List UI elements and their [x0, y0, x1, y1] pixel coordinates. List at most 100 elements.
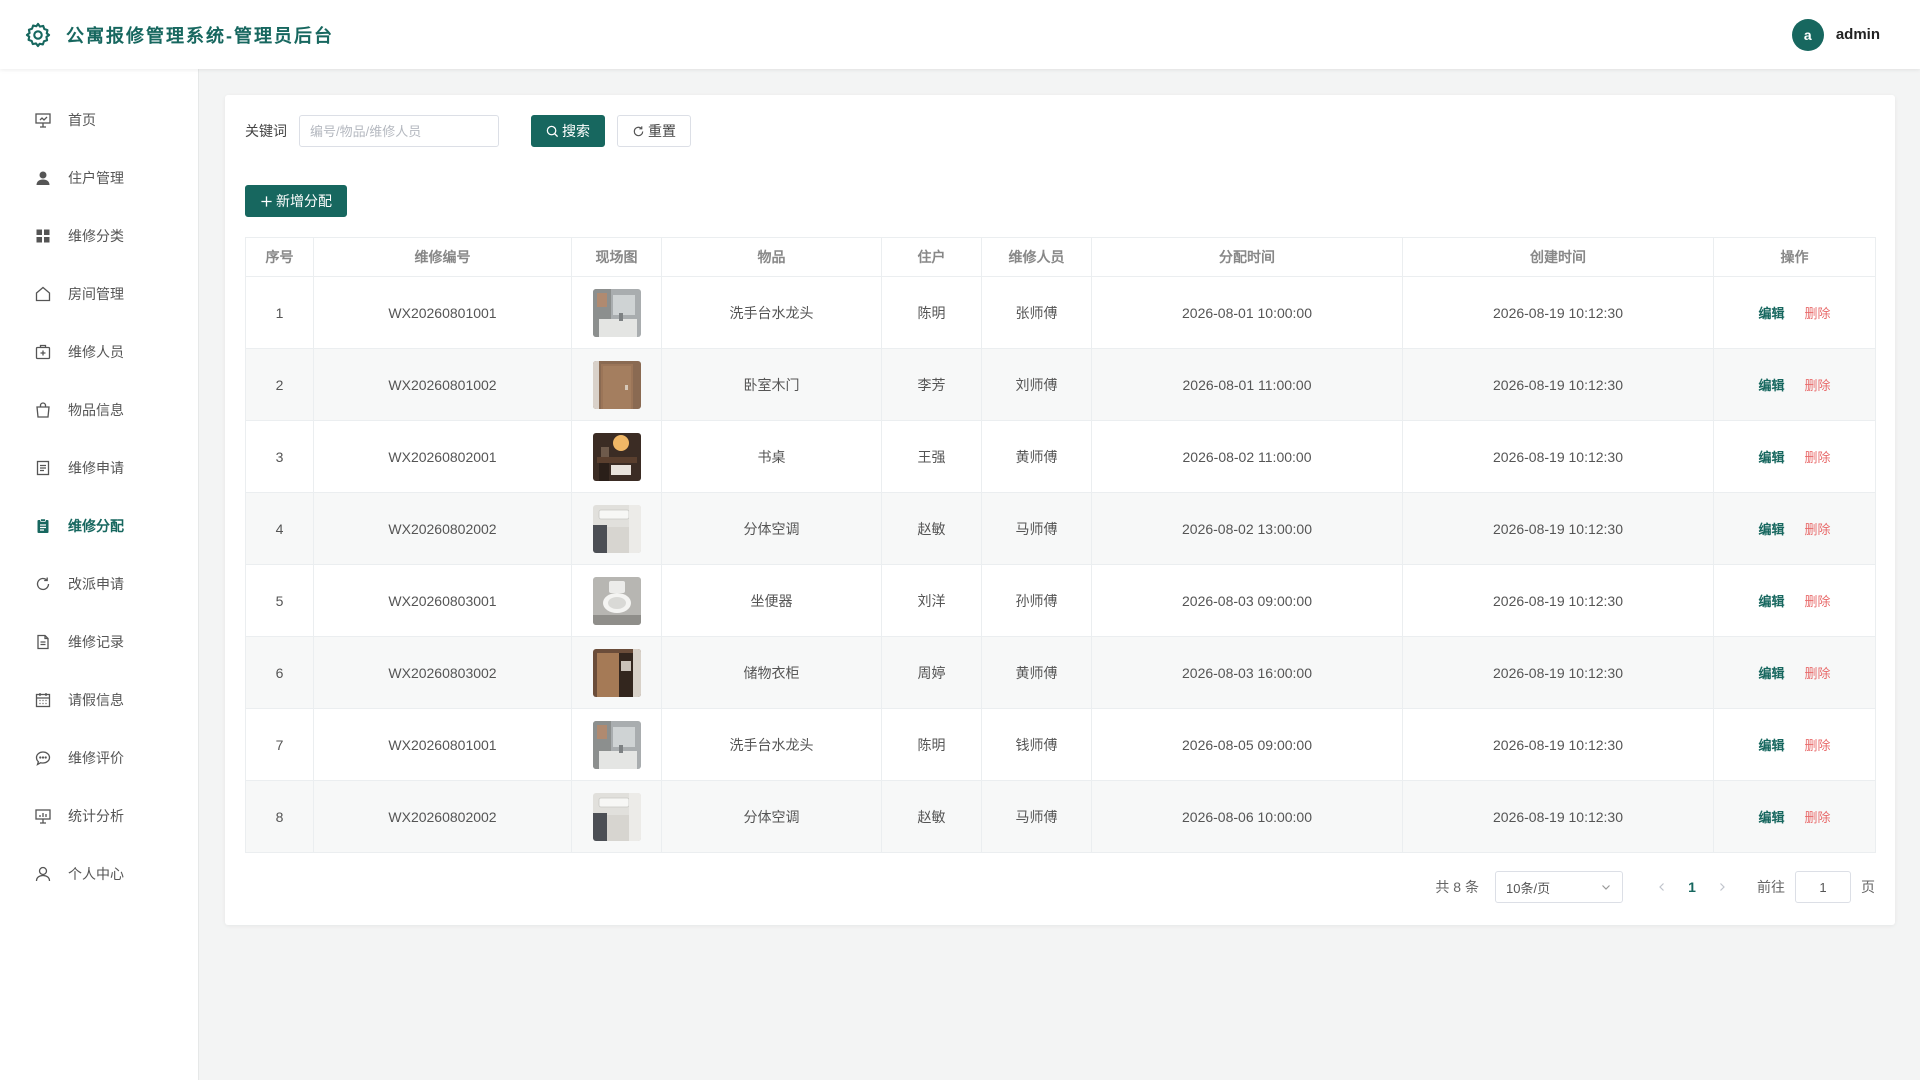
table-row: 7 WX20260801001 洗手台水龙头 陈明 钱师傅 2026-08-05 09:0… [245, 708, 1876, 781]
delete-button[interactable]: 删除 [1805, 594, 1831, 609]
total-count: 共 8 条 [1435, 879, 1479, 895]
cell-no: 8 [245, 780, 314, 853]
air-conditioner-photo[interactable] [592, 504, 641, 553]
delete-button[interactable]: 删除 [1805, 738, 1831, 753]
delete-button[interactable]: 删除 [1805, 810, 1831, 825]
calendar-icon [35, 693, 51, 708]
cell-resident: 赵敏 [881, 780, 982, 853]
sidebar-item-reviews[interactable]: 维修评价 [0, 729, 198, 787]
table-row: 5 WX20260803001 坐便器 刘洋 孙师傅 2026-08-03 09:00:0… [245, 564, 1876, 637]
keyword-search-input[interactable] [299, 115, 499, 147]
bathroom-faucet-photo[interactable] [592, 720, 641, 769]
clipboard-icon [37, 518, 49, 533]
cell-actions: 编辑 删除 [1713, 780, 1876, 853]
edit-button[interactable]: 编辑 [1758, 522, 1784, 537]
brand: 公寓报修管理系统-管理员后台 [24, 21, 334, 49]
sidebar-item-repair-assignment[interactable]: 维修分配 [0, 497, 198, 555]
sidebar-item-statistics[interactable]: 统计分析 [0, 787, 198, 845]
wardrobe-photo[interactable] [592, 648, 641, 697]
sidebar-item-profile[interactable]: 个人中心 [0, 845, 198, 903]
sidebar-item-label: 统计分析 [68, 808, 124, 824]
edit-button[interactable]: 编辑 [1758, 666, 1784, 681]
cell-no: 2 [245, 348, 314, 421]
sidebar-item-label: 物品信息 [68, 402, 124, 418]
cell-created-time: 2026-08-19 10:12:30 [1402, 780, 1714, 853]
bathroom-faucet-photo[interactable] [592, 288, 641, 337]
table-row: 8 WX20260802002 分体空调 赵敏 马师傅 2026-08-06 10:00:… [245, 780, 1876, 853]
desk-photo[interactable] [592, 432, 641, 481]
sidebar-item-repair-requests[interactable]: 维修申请 [0, 439, 198, 497]
chevron-down-icon [1602, 885, 1610, 890]
sidebar-item-label: 维修人员 [68, 344, 124, 360]
goto-page-input[interactable] [1795, 871, 1851, 903]
page-size-select[interactable]: 10条/页 [1495, 871, 1623, 903]
table-header-row: 序号 维修编号 现场图 物品 住户 维修人员 分配时间 创建时间 操作 [245, 237, 1876, 277]
user-menu[interactable]: a admin [1791, 18, 1880, 51]
cell-photo [571, 492, 662, 565]
cell-resident: 李芳 [881, 348, 982, 421]
edit-button[interactable]: 编辑 [1758, 594, 1784, 609]
keyword-label: 关键词 [245, 123, 287, 139]
sidebar-item-items[interactable]: 物品信息 [0, 381, 198, 439]
add-assignment-button[interactable]: 新增分配 [245, 185, 347, 217]
cell-assigned-time: 2026-08-02 11:00:00 [1091, 420, 1403, 493]
sidebar-item-label: 房间管理 [68, 286, 124, 302]
delete-button[interactable]: 删除 [1805, 522, 1831, 537]
edit-button[interactable]: 编辑 [1758, 450, 1784, 465]
search-bar: 关键词 搜索 重置 [245, 115, 691, 147]
sidebar-item-leave-info[interactable]: 请假信息 [0, 671, 198, 729]
delete-button[interactable]: 删除 [1805, 306, 1831, 321]
column-header-code: 维修编号 [313, 237, 572, 277]
sidebar-item-home[interactable]: 首页 [0, 91, 198, 149]
prev-page-button[interactable] [1647, 882, 1677, 892]
sidebar-item-label: 维修评价 [68, 750, 124, 766]
sidebar-item-label: 住户管理 [68, 170, 124, 186]
user-outline-icon [35, 866, 51, 882]
cell-resident: 陈明 [881, 708, 982, 781]
cell-assigned-time: 2026-08-01 11:00:00 [1091, 348, 1403, 421]
search-button[interactable]: 搜索 [531, 115, 605, 147]
column-header-resident: 住户 [881, 237, 982, 277]
cell-resident: 刘洋 [881, 564, 982, 637]
shopping-bag-icon [36, 402, 50, 418]
cell-created-time: 2026-08-19 10:12:30 [1402, 564, 1714, 637]
table-row: 2 WX20260801002 卧室木门 李芳 刘师傅 2026-08-01 11:00:… [245, 348, 1876, 421]
reset-button[interactable]: 重置 [617, 115, 691, 147]
edit-button[interactable]: 编辑 [1758, 738, 1784, 753]
next-page-button[interactable] [1707, 882, 1737, 892]
cell-resident: 王强 [881, 420, 982, 493]
edit-button[interactable]: 编辑 [1758, 378, 1784, 393]
username[interactable]: admin [1836, 26, 1880, 43]
cell-worker: 黄师傅 [981, 636, 1092, 709]
file-text-icon [37, 634, 49, 650]
cell-created-time: 2026-08-19 10:12:30 [1402, 348, 1714, 421]
cell-code: WX20260802002 [313, 780, 572, 853]
page-number-1[interactable]: 1 [1677, 879, 1707, 895]
sidebar-item-workers[interactable]: 维修人员 [0, 323, 198, 381]
delete-button[interactable]: 删除 [1805, 666, 1831, 681]
cell-assigned-time: 2026-08-03 16:00:00 [1091, 636, 1403, 709]
sidebar-item-categories[interactable]: 维修分类 [0, 207, 198, 265]
grid-icon [36, 229, 50, 243]
delete-button[interactable]: 删除 [1805, 450, 1831, 465]
sidebar-item-residents[interactable]: 住户管理 [0, 149, 198, 207]
delete-button[interactable]: 删除 [1805, 378, 1831, 393]
sidebar-item-reassign-requests[interactable]: 改派申请 [0, 555, 198, 613]
cell-worker: 马师傅 [981, 780, 1092, 853]
toilet-photo[interactable] [592, 576, 641, 625]
edit-button[interactable]: 编辑 [1758, 810, 1784, 825]
avatar[interactable]: a [1791, 18, 1824, 51]
main-card: 关键词 搜索 重置 新增分配 序号 维修编号 现场图 物品 住户 维修人员 [225, 95, 1895, 925]
column-header-item: 物品 [661, 237, 882, 277]
sidebar-item-rooms[interactable]: 房间管理 [0, 265, 198, 323]
sidebar-item-label: 首页 [68, 112, 96, 128]
reset-button-label: 重置 [648, 123, 676, 139]
sidebar-item-repair-records[interactable]: 维修记录 [0, 613, 198, 671]
edit-button[interactable]: 编辑 [1758, 306, 1784, 321]
wooden-door-photo[interactable] [592, 360, 641, 409]
air-conditioner-photo[interactable] [592, 792, 641, 841]
presentation-board-icon [35, 113, 51, 128]
cell-resident: 陈明 [881, 276, 982, 349]
cell-created-time: 2026-08-19 10:12:30 [1402, 708, 1714, 781]
goto-suffix: 页 [1861, 879, 1875, 895]
